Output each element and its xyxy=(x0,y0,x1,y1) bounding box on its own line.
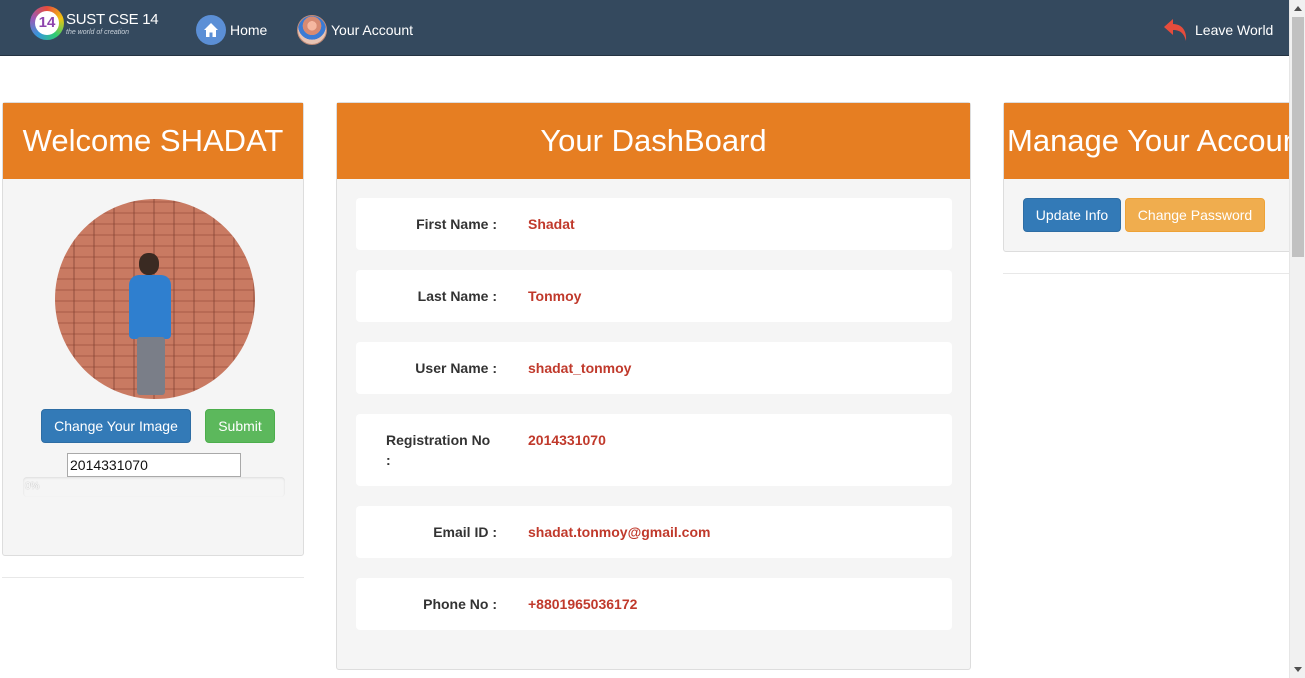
nav-home-label: Home xyxy=(230,22,268,38)
phone-value: +8801965036172 xyxy=(528,596,638,612)
user-name-value: shadat_tonmoy xyxy=(528,360,632,376)
photo-person-head xyxy=(139,253,159,275)
upload-progress-bar: 0% xyxy=(23,477,285,497)
top-navbar: 14 SUST CSE 14 the world of creation Hom… xyxy=(0,0,1289,56)
scroll-up-arrow-icon[interactable] xyxy=(1290,0,1305,17)
nav-leave-link[interactable]: Leave World xyxy=(1162,15,1273,45)
manage-account-panel: Manage Your Account Update Info Change P… xyxy=(1003,102,1293,252)
registration-label: Registration No : xyxy=(386,432,491,468)
logo-title: SUST CSE 14 xyxy=(66,11,159,28)
welcome-title: Welcome SHADAT xyxy=(3,103,303,179)
registration-value: 2014331070 xyxy=(528,432,606,448)
info-row-first-name: First Name : Shadat xyxy=(356,198,952,250)
nav-leave-label: Leave World xyxy=(1195,22,1274,38)
info-row-last-name: Last Name : Tonmoy xyxy=(356,270,952,322)
logo-badge-icon: 14 xyxy=(30,6,64,40)
upload-progress-label: 0% xyxy=(25,481,40,492)
change-password-button[interactable]: Change Password xyxy=(1125,198,1265,232)
phone-label: Phone No : xyxy=(423,596,497,612)
left-divider xyxy=(2,577,304,578)
avatar-icon xyxy=(297,15,327,45)
nav-home-link[interactable]: Home xyxy=(196,15,267,45)
update-info-button[interactable]: Update Info xyxy=(1023,198,1121,232)
info-row-registration: Registration No : 2014331070 xyxy=(356,414,952,486)
welcome-panel: Welcome SHADAT Change Your Image Submit … xyxy=(2,102,304,556)
registration-input[interactable] xyxy=(67,453,241,477)
email-label: Email ID : xyxy=(433,524,497,540)
first-name-value: Shadat xyxy=(528,216,575,232)
last-name-value: Tonmoy xyxy=(528,288,582,304)
nav-account-label: Your Account xyxy=(331,22,413,38)
photo-person-legs xyxy=(137,337,165,395)
dashboard-panel: Your DashBoard First Name : Shadat Last … xyxy=(336,102,971,670)
first-name-label: First Name : xyxy=(416,216,497,232)
undo-arrow-icon xyxy=(1162,15,1190,45)
page-scrollbar[interactable] xyxy=(1289,0,1305,678)
scrollbar-thumb[interactable] xyxy=(1292,17,1304,257)
email-value: shadat.tonmoy@gmail.com xyxy=(528,524,711,540)
scroll-down-arrow-icon[interactable] xyxy=(1290,661,1305,678)
info-row-phone: Phone No : +8801965036172 xyxy=(356,578,952,630)
manage-account-title: Manage Your Account xyxy=(1004,103,1292,179)
home-icon xyxy=(196,15,226,45)
submit-button[interactable]: Submit xyxy=(205,409,275,443)
info-row-user-name: User Name : shadat_tonmoy xyxy=(356,342,952,394)
nav-account-link[interactable]: Your Account xyxy=(297,15,413,45)
user-name-label: User Name : xyxy=(415,360,497,376)
profile-photo xyxy=(55,199,255,399)
dashboard-title: Your DashBoard xyxy=(337,103,970,179)
logo-badge-text: 14 xyxy=(35,11,59,35)
last-name-label: Last Name : xyxy=(417,288,497,304)
right-divider xyxy=(1003,273,1289,274)
photo-person-body xyxy=(129,275,171,339)
logo-subtitle: the world of creation xyxy=(66,29,130,36)
change-image-button[interactable]: Change Your Image xyxy=(41,409,191,443)
site-logo[interactable]: 14 SUST CSE 14 the world of creation xyxy=(30,6,160,42)
info-row-email: Email ID : shadat.tonmoy@gmail.com xyxy=(356,506,952,558)
